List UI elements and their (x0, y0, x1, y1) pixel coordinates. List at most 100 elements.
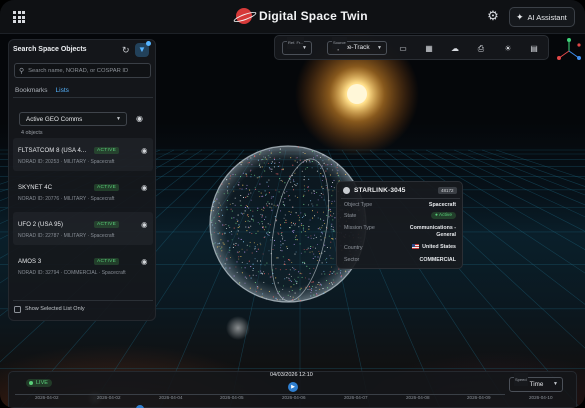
chevron-down-icon: ▼ (553, 381, 558, 387)
current-time: 04/03/2026 12:10 (270, 372, 313, 378)
grid-layer-icon[interactable]: ▦ (424, 44, 434, 53)
item-details: NORAD ID: 32794 · COMMERCIAL · Spacecraf… (18, 270, 126, 276)
eye-icon[interactable]: ◉ (141, 220, 148, 229)
country-value: United States (422, 244, 456, 250)
moon-glow (226, 316, 250, 340)
item-details: NORAD ID: 22787 · MILITARY · Spacecraft (18, 233, 115, 239)
divider (13, 97, 153, 98)
state-badge: ● Active (430, 212, 456, 219)
satellite-icon (343, 187, 350, 194)
app-frame: Digital Space Twin ⚙ ✦ AI Assistant Sear… (0, 0, 585, 408)
tick-label: 2026-04-07 (344, 395, 368, 400)
ai-assistant-button[interactable]: ✦ AI Assistant (509, 7, 575, 27)
tick-label: 2026-04-02 (97, 395, 121, 400)
status-badge: ACTIVE (94, 184, 120, 191)
info-value: Spacecraft (428, 202, 456, 208)
info-value: COMMERCIAL (419, 257, 457, 263)
item-details: NORAD ID: 20776 · MILITARY · Spacecraft (18, 196, 115, 202)
apps-grid-icon[interactable] (13, 11, 25, 23)
live-badge[interactable]: LIVE (26, 379, 52, 387)
tick-label: 2026-04-06 (282, 395, 306, 400)
search-input[interactable] (28, 67, 147, 74)
info-label: State (344, 213, 357, 219)
sun-core (347, 84, 367, 104)
list-item[interactable]: AMOS 3 ACTIVE ◉ NORAD ID: 32794 · COMMER… (13, 249, 153, 289)
list-select-value: Active GEO Comms (26, 116, 83, 123)
info-label: Sector (344, 257, 360, 263)
sun-icon[interactable]: ☀ (503, 44, 513, 53)
top-bar: Digital Space Twin ⚙ ✦ AI Assistant (0, 0, 585, 34)
divider (341, 198, 460, 199)
info-value: Communications - General (409, 225, 456, 238)
list-visibility-eye-icon[interactable]: ◉ (136, 114, 143, 123)
item-name: AMOS 3 (18, 259, 42, 265)
show-selected-label: Show Selected List Only (25, 306, 85, 312)
object-list: FLTSATCOM 8 (USA 4... ACTIVE ◉ NORAD ID:… (13, 138, 153, 294)
speed-caption: Speed (514, 373, 528, 386)
ai-assistant-label: AI Assistant (527, 12, 567, 22)
cloud-icon[interactable]: ☁ (450, 44, 460, 53)
item-name: FLTSATCOM 8 (USA 4... (18, 148, 87, 154)
status-badge: ACTIVE (94, 258, 120, 265)
eye-icon[interactable]: ◉ (141, 183, 148, 192)
object-count: 4 objects (21, 130, 43, 136)
sparkle-icon: ✦ (516, 11, 524, 22)
list-item[interactable]: FLTSATCOM 8 (USA 4... ACTIVE ◉ NORAD ID:… (13, 138, 153, 171)
list-select[interactable]: Active GEO Comms ▼ (19, 112, 127, 126)
ref-frame-select[interactable]: Ref. Fr... ECI ▼ (282, 37, 312, 55)
tick-label: 2026-04-10 (529, 395, 553, 400)
search-panel: Search Space Objects ↻ ▼ ⚲ Bookmarks Lis… (8, 39, 156, 321)
flag-us-icon (412, 244, 420, 250)
info-value: United States (412, 244, 456, 250)
source-select[interactable]: Source Space-Track ▼ (327, 37, 387, 55)
axis-gizmo[interactable] (555, 37, 583, 65)
chevron-down-icon: ▼ (377, 45, 382, 51)
filter-indicator (146, 41, 151, 46)
settings-gear-icon[interactable]: ⚙ (486, 9, 500, 23)
chevron-down-icon: ▼ (116, 116, 121, 122)
info-header: STARLINK-3045 (343, 187, 406, 194)
status-badge: ACTIVE (94, 221, 120, 228)
item-name: SKYNET 4C (18, 185, 53, 191)
status-badge: ACTIVE (94, 147, 120, 154)
tick-label: 2026-04-09 (467, 395, 491, 400)
chevron-down-icon: ▼ (302, 45, 307, 51)
tick-label: 2026-04-04 (159, 395, 183, 400)
info-title: STARLINK-3045 (354, 187, 406, 194)
info-label: Country (344, 245, 363, 251)
panel-title: Search Space Objects (13, 46, 87, 53)
live-dot-icon (29, 381, 33, 385)
export-icon[interactable]: ⎙ (476, 44, 486, 53)
info-label: Mission Type (344, 225, 375, 231)
brand: Digital Space Twin (236, 8, 368, 24)
window-icon[interactable]: ▭ (398, 44, 408, 53)
tick-label: 2026-04-05 (220, 395, 244, 400)
play-icon[interactable]: ▶ (288, 382, 298, 392)
tick-label: 2026-04-08 (406, 395, 430, 400)
search-icon: ⚲ (19, 67, 25, 75)
norad-id-badge: 48172 (438, 187, 457, 194)
filter-icon[interactable]: ▼ (135, 41, 151, 57)
refresh-icon[interactable]: ↻ (122, 45, 130, 56)
item-name: UFO 2 (USA 95) (18, 222, 64, 228)
speed-select[interactable]: Speed Real Time ▼ (509, 373, 563, 392)
live-label: LIVE (36, 380, 48, 386)
eye-icon[interactable]: ◉ (141, 257, 148, 266)
app-title: Digital Space Twin (259, 9, 368, 23)
timeline-track[interactable] (15, 394, 505, 395)
timeline-bar: LIVE 04/03/2026 12:10 ▶ 2026-04-02 2026-… (8, 371, 577, 408)
source-caption: Source (332, 37, 347, 49)
list-item[interactable]: SKYNET 4C ACTIVE ◉ NORAD ID: 20776 · MIL… (13, 175, 153, 208)
eye-icon[interactable]: ◉ (141, 146, 148, 155)
panel-toggle-icon[interactable]: ▤ (529, 44, 539, 53)
list-item[interactable]: UFO 2 (USA 95) ACTIVE ◉ NORAD ID: 22787 … (13, 212, 153, 245)
info-label: Object Type (344, 202, 373, 208)
item-details: NORAD ID: 20253 · MILITARY · Spacecraft (18, 159, 115, 165)
brand-logo-icon (236, 8, 252, 24)
object-info-card: STARLINK-3045 48172 Object Type Spacecra… (336, 181, 463, 269)
tick-label: 2026-04-02 (35, 395, 59, 400)
search-field[interactable]: ⚲ (14, 63, 151, 78)
show-selected-checkbox[interactable] (14, 306, 21, 313)
divider (13, 300, 153, 301)
view-toolbar: Ref. Fr... ECI ▼ Source Space-Track ▼ ▭ … (274, 35, 549, 60)
